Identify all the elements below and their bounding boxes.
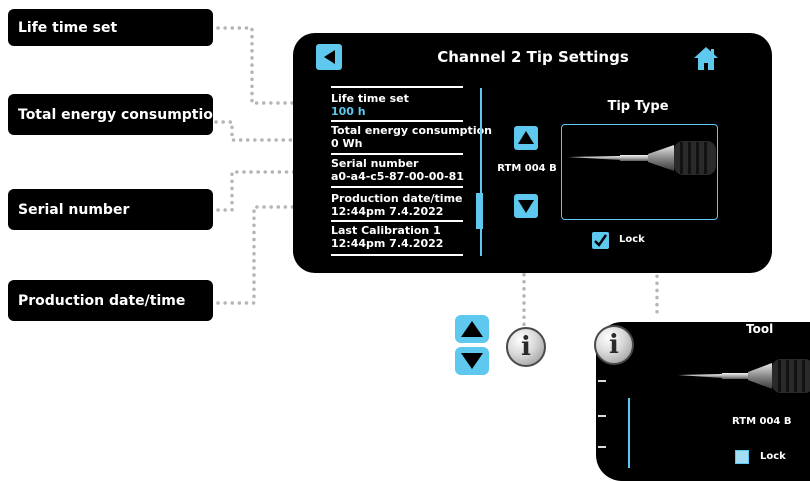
field-label: Life time set xyxy=(331,92,409,105)
field-separator xyxy=(331,86,463,88)
field-label: Serial number xyxy=(331,157,419,170)
field-total-energy: Total energy consumption 0 Wh xyxy=(331,124,501,150)
connector-production-date xyxy=(216,205,302,305)
zoom-tip-model: RTM 004 B xyxy=(732,416,792,427)
zoom-lock-label: Lock xyxy=(760,451,786,462)
scroll-track xyxy=(480,88,482,256)
triangle-up-icon xyxy=(518,131,534,144)
triangle-down-icon xyxy=(461,353,483,369)
field-value: 12:44pm 7.4.2022 xyxy=(331,237,444,250)
scroll-down-button[interactable] xyxy=(455,347,489,375)
field-value: 0 Wh xyxy=(331,137,363,150)
field-separator xyxy=(331,186,463,188)
soldering-tip-icon xyxy=(678,359,810,393)
device-screen: Channel 2 Tip Settings Life time set 100… xyxy=(293,33,772,273)
tip-type-heading: Tip Type xyxy=(607,99,669,114)
callout-label: Total energy consumption xyxy=(18,106,213,123)
soldering-tip-icon xyxy=(568,141,716,175)
connector-total-energy xyxy=(214,120,302,142)
zoom-separator xyxy=(598,380,606,382)
field-serial-number: Serial number a0-a4-c5-87-00-00-81 xyxy=(331,157,501,183)
callout-life-time-set: Life time set xyxy=(8,9,213,46)
triangle-up-icon xyxy=(461,321,483,337)
triangle-down-icon xyxy=(518,200,534,213)
field-separator xyxy=(331,120,463,122)
lock-label: Lock xyxy=(619,234,645,245)
zoom-separator xyxy=(598,446,606,448)
scroll-thumb[interactable] xyxy=(476,193,483,229)
zoom-lock-checkbox[interactable] xyxy=(735,450,749,464)
zoom-title: Tool xyxy=(746,322,774,336)
callout-label: Life time set xyxy=(18,19,118,36)
callout-total-energy: Total energy consumption xyxy=(8,94,213,135)
scroll-up-button[interactable] xyxy=(455,315,489,343)
field-separator xyxy=(331,153,463,155)
callout-label: Serial number xyxy=(18,201,130,218)
info-icon: i xyxy=(506,327,546,367)
info-icon-zoom: i xyxy=(594,325,634,365)
back-button[interactable] xyxy=(316,44,342,70)
back-arrow-icon xyxy=(324,50,335,64)
field-separator xyxy=(331,254,463,256)
info-glyph: i xyxy=(609,330,619,360)
field-value: a0-a4-c5-87-00-00-81 xyxy=(331,170,464,183)
connector-serial-number xyxy=(216,170,302,212)
callout-label: Production date/time xyxy=(18,292,186,309)
tip-down-button[interactable] xyxy=(514,194,538,218)
connector-life-time xyxy=(216,26,302,105)
field-separator xyxy=(331,220,463,222)
screen-title: Channel 2 Tip Settings xyxy=(437,48,629,66)
callout-production-date: Production date/time xyxy=(8,280,213,321)
lock-checkbox[interactable] xyxy=(592,232,609,249)
tip-up-button[interactable] xyxy=(514,126,538,150)
tip-model-label: RTM 004 B xyxy=(497,163,557,174)
zoom-scroll-track xyxy=(628,398,630,468)
field-value: 100 h xyxy=(331,105,366,118)
field-label: Total energy consumption xyxy=(331,124,492,137)
check-icon xyxy=(594,234,608,247)
zoom-separator xyxy=(598,415,606,417)
callout-serial-number: Serial number xyxy=(8,189,213,230)
tip-image-frame xyxy=(561,124,718,220)
info-glyph: i xyxy=(521,332,531,362)
home-icon[interactable] xyxy=(692,44,720,72)
field-life-time-set: Life time set 100 h xyxy=(331,92,501,118)
